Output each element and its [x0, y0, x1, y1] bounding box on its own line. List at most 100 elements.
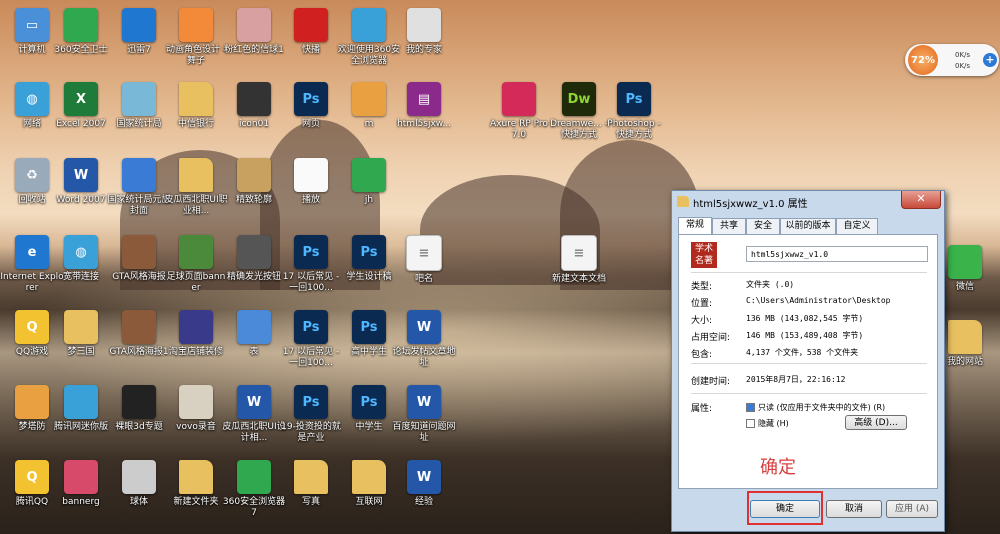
tab-security[interactable]: 安全 [746, 218, 780, 234]
readonly-checkbox[interactable]: 只读 (仅应用于文件夹中的文件) (R) [746, 402, 885, 413]
desktop-icon[interactable]: ◍ 宽带连接 [49, 235, 113, 283]
folder-icon [179, 158, 213, 192]
tab-previous-versions[interactable]: 以前的版本 [780, 218, 836, 234]
desktop-icon[interactable]: 迅雷7 [107, 8, 171, 56]
desktop-icon[interactable]: W 经验 [392, 460, 456, 508]
property-value: 文件夹 (.0) [746, 280, 795, 289]
desktop-icon-label: 360安全浏览器7 [222, 497, 286, 518]
desktop-icon[interactable]: bannerg [49, 460, 113, 508]
desktop-icon[interactable]: ≡ 吧名 [392, 235, 456, 285]
desktop-icon[interactable]: GTA风格海报1 [107, 310, 171, 358]
desktop-icon-label: 精致轮廓 [235, 195, 272, 205]
desktop-icon[interactable]: 动画角色设计 - 舞子 [164, 8, 228, 67]
property-value: 136 MB (143,082,545 字节) [746, 314, 864, 323]
image-icon [237, 158, 271, 192]
dialog-titlebar[interactable]: html5sjxwwz_v1.0 属性 ✕ [672, 191, 944, 213]
desktop-icon[interactable]: ≡ 新建文本文档 [547, 235, 611, 285]
desktop-icon[interactable]: 我的专家 [392, 8, 456, 56]
cancel-button[interactable]: 取消 [826, 500, 882, 518]
desktop-icon-label: 动画角色设计 - 舞子 [165, 45, 227, 66]
checkbox-indeterminate-icon[interactable] [746, 403, 755, 412]
desktop-icon[interactable]: W 百度知道问题网址 [392, 385, 456, 444]
plus-icon[interactable]: + [983, 53, 997, 67]
desktop-icon-label: 吧名 [414, 274, 433, 284]
desktop-icon[interactable]: 梦三国 [49, 310, 113, 358]
desktop-icon[interactable]: 写真 [279, 460, 343, 508]
desktop-icon[interactable]: vovo录音 [164, 385, 228, 433]
desktop-icon[interactable]: X Excel 2007 [49, 82, 113, 130]
desktop-icon[interactable]: W 皮瓜西北职UI设计相... [222, 385, 286, 444]
desktop-icon[interactable]: W Word 2007 [49, 158, 113, 206]
folder-name-field[interactable]: html5sjxwwz_v1.0 [746, 246, 928, 262]
desktop-icon[interactable]: 腾讯网迷你版 [49, 385, 113, 433]
desktop-icon[interactable]: W 论坛发帖文章地址 [392, 310, 456, 369]
excel-icon: X [64, 82, 98, 116]
desktop-icon-label: 百度知道问题网址 [392, 422, 456, 443]
image-icon [237, 235, 271, 269]
desktop-icon[interactable]: 球体 [107, 460, 171, 508]
desktop-icon-label: vovo录音 [176, 422, 216, 432]
property-value: 2015年8月7日，22:16:12 [746, 375, 846, 384]
desktop-icon[interactable]: 裸眼3d专题 [107, 385, 171, 433]
property-label: 类型: [691, 282, 713, 292]
desktop-icon-label: 我的专家 [405, 45, 442, 55]
desktop-icon-label: 迅雷7 [127, 45, 151, 55]
desktop-icon[interactable]: icon01 [222, 82, 286, 130]
desktop-icon[interactable]: 粉红色的信球1 [222, 8, 286, 56]
tab-customize[interactable]: 自定义 [836, 218, 878, 234]
image-icon [237, 8, 271, 42]
desktop-icon[interactable]: 360安全浏览器7 [222, 460, 286, 519]
desktop-icon[interactable]: 精致轮廓 [222, 158, 286, 206]
tab-sharing[interactable]: 共享 [712, 218, 746, 234]
desktop-icon[interactable]: 表 [222, 310, 286, 358]
desktop-icon[interactable]: Axure RP Pro 7.0 [487, 82, 551, 141]
baidu-watermark-url: jingyan.baidu.com [798, 478, 891, 489]
desktop-icon[interactable]: 国家统计局元旗封面 [107, 158, 171, 217]
property-label: 位置: [691, 299, 713, 309]
tab-general[interactable]: 常规 [678, 217, 712, 235]
divider [691, 272, 927, 273]
desktop-icon[interactable]: Ps 17 以后常见 - 一回100... [279, 310, 343, 369]
readonly-label: 只读 (仅应用于文件夹中的文件) (R) [758, 403, 886, 412]
desktop-icon[interactable]: 淘宝店铺装修 [164, 310, 228, 358]
desktop-icon-label: 足球页面banner [166, 272, 226, 293]
desktop-icon-label: Axure RP Pro 7.0 [490, 119, 548, 140]
desktop-icon[interactable]: 新建文件夹 [164, 460, 228, 508]
dialog-title: html5sjxwwz_v1.0 属性 [693, 199, 808, 210]
desktop-icon[interactable]: 精确发光按钮 [222, 235, 286, 283]
checkbox-empty-icon[interactable] [746, 419, 755, 428]
desktop-icon[interactable]: Ps 网页 [279, 82, 343, 130]
desktop-icon[interactable]: Ps 17 以后常见 - 一回100... [279, 235, 343, 294]
apply-button[interactable]: 应用 (A) [886, 500, 938, 518]
close-button[interactable]: ✕ [901, 191, 941, 209]
txt-icon: ≡ [406, 235, 442, 271]
desktop-icon[interactable]: 360安全卫士 [49, 8, 113, 56]
desktop-icon[interactable]: Ps Photoshop - 快捷方式 [602, 82, 666, 141]
desktop-icon[interactable]: 播放 [279, 158, 343, 206]
desktop-icon-label: 腾讯网迷你版 [53, 422, 108, 432]
desktop-icon[interactable]: GTA风格海报 [107, 235, 171, 283]
desktop-icon[interactable]: Ps 19-投资投的就是产业 [279, 385, 343, 444]
desktop-icon[interactable]: 国家统计局 [107, 82, 171, 130]
image-icon [122, 385, 156, 419]
property-value: 146 MB (153,489,408 字节) [746, 331, 864, 340]
property-value: 4,137 个文件，538 个文件夹 [746, 348, 859, 357]
desktop-icon[interactable]: 中信银行 [164, 82, 228, 130]
property-value: C:\Users\Administrator\Desktop [746, 296, 891, 305]
desktop-icon[interactable]: ▤ html5sjxw... [392, 82, 456, 130]
trash-icon: ♻ [15, 158, 49, 192]
desktop-icon-label: Photoshop - 快捷方式 [607, 119, 661, 140]
desktop-icon[interactable]: 快播 [279, 8, 343, 56]
desktop-icon[interactable]: 皮瓜西北职UI职业相... [164, 158, 228, 217]
desktop-icon[interactable]: 足球页面banner [164, 235, 228, 294]
speed-widget[interactable]: 72% 0K/s 0K/s + [905, 44, 999, 76]
image-icon [122, 235, 156, 269]
desktop-icon-label: GTA风格海报 [112, 272, 166, 282]
memory-percent[interactable]: 72% [908, 45, 938, 75]
hidden-checkbox[interactable]: 隐藏 (H) [746, 418, 789, 429]
red-highlight-box [747, 491, 823, 525]
app-icon [122, 8, 156, 42]
property-label: 创建时间: [691, 377, 731, 387]
desktop-icon[interactable]: jh [337, 158, 401, 206]
advanced-button[interactable]: 高级 (D)... [845, 415, 907, 430]
